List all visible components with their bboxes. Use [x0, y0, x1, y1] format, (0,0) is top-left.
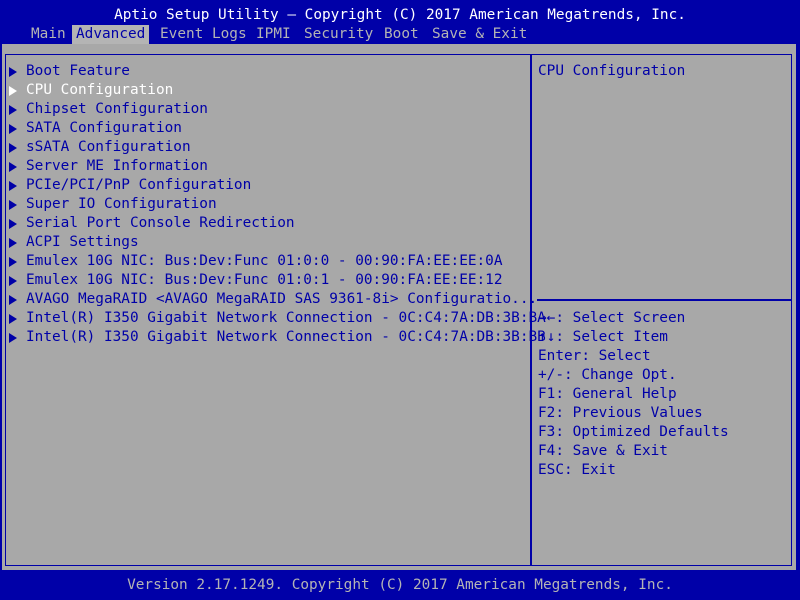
help-title: CPU Configuration: [538, 63, 686, 79]
menu-item-label: Emulex 10G NIC: Bus:Dev:Func 01:0:1 - 00…: [26, 272, 503, 288]
menu-item-label: CPU Configuration: [26, 82, 174, 98]
arrow-right-icon: [9, 143, 17, 153]
tab-ipmi[interactable]: IPMI: [252, 25, 295, 44]
arrow-right-icon: [9, 257, 17, 267]
menu-item-sata-configuration[interactable]: SATA Configuration: [6, 119, 546, 138]
key-help-esc: ESC: Exit: [538, 462, 616, 478]
menu-item-label: SATA Configuration: [26, 120, 182, 136]
key-help-f1: F1: General Help: [538, 386, 677, 402]
tab-advanced[interactable]: Advanced: [72, 25, 150, 44]
tab-event-logs[interactable]: Event Logs: [156, 25, 251, 44]
menu-pane: Boot Feature CPU Configuration Chipset C…: [5, 54, 546, 566]
arrow-right-icon: [9, 200, 17, 210]
menu-item-pcie-pci-pnp-configuration[interactable]: PCIe/PCI/PnP Configuration: [6, 176, 546, 195]
menu-item-label: Boot Feature: [26, 63, 130, 79]
menu-item-label: Intel(R) I350 Gigabit Network Connection…: [26, 329, 546, 345]
key-help-select-screen: →←: Select Screen: [538, 310, 686, 326]
tab-boot[interactable]: Boot: [380, 25, 423, 44]
arrow-right-icon: [9, 105, 17, 115]
arrow-right-icon: [9, 124, 17, 134]
menu-item-label: Chipset Configuration: [26, 101, 208, 117]
content-panel: Boot Feature CPU Configuration Chipset C…: [2, 44, 796, 570]
menu-item-boot-feature[interactable]: Boot Feature: [6, 62, 546, 81]
menu-item-label: Super IO Configuration: [26, 196, 217, 212]
menu-item-intel-i350-ba[interactable]: Intel(R) I350 Gigabit Network Connection…: [6, 309, 546, 328]
menu-item-avago-megaraid[interactable]: AVAGO MegaRAID <AVAGO MegaRAID SAS 9361-…: [6, 290, 546, 309]
menu-item-intel-i350-bb[interactable]: Intel(R) I350 Gigabit Network Connection…: [6, 328, 546, 347]
arrow-right-icon: [9, 276, 17, 286]
arrow-right-icon: [9, 314, 17, 324]
tab-save-exit[interactable]: Save & Exit: [428, 25, 531, 44]
tab-security[interactable]: Security: [300, 25, 377, 44]
menu-item-label: AVAGO MegaRAID <AVAGO MegaRAID SAS 9361-…: [26, 291, 538, 307]
menu-item-ssata-configuration[interactable]: sSATA Configuration: [6, 138, 546, 157]
arrow-right-icon: [9, 181, 17, 191]
arrow-right-icon: [9, 238, 17, 248]
title-bar: Aptio Setup Utility – Copyright (C) 2017…: [114, 7, 686, 23]
menu-item-label: ACPI Settings: [26, 234, 139, 250]
key-help-list: →←: Select Screen ↑↓: Select Item Enter:…: [538, 309, 729, 480]
menu-item-super-io-configuration[interactable]: Super IO Configuration: [6, 195, 546, 214]
menu-item-chipset-configuration[interactable]: Chipset Configuration: [6, 100, 546, 119]
menu-item-label: Intel(R) I350 Gigabit Network Connection…: [26, 310, 546, 326]
key-help-f2: F2: Previous Values: [538, 405, 703, 421]
key-help-select-item: ↑↓: Select Item: [538, 329, 668, 345]
menu-item-server-me-information[interactable]: Server ME Information: [6, 157, 546, 176]
menu-item-acpi-settings[interactable]: ACPI Settings: [6, 233, 546, 252]
menu-item-label: Serial Port Console Redirection: [26, 215, 295, 231]
key-help-f3: F3: Optimized Defaults: [538, 424, 729, 440]
menu-item-label: PCIe/PCI/PnP Configuration: [26, 177, 252, 193]
menu-item-emulex-nic-12[interactable]: Emulex 10G NIC: Bus:Dev:Func 01:0:1 - 00…: [6, 271, 546, 290]
menu-list: Boot Feature CPU Configuration Chipset C…: [6, 62, 546, 347]
key-help-change-opt: +/-: Change Opt.: [538, 367, 677, 383]
menu-item-cpu-configuration[interactable]: CPU Configuration: [6, 81, 546, 100]
arrow-right-icon: [9, 162, 17, 172]
tab-main[interactable]: Main: [27, 25, 70, 44]
help-divider: [537, 299, 792, 301]
arrow-right-icon: [9, 219, 17, 229]
menu-item-label: Emulex 10G NIC: Bus:Dev:Func 01:0:0 - 00…: [26, 253, 503, 269]
footer-version: Version 2.17.1249. Copyright (C) 2017 Am…: [127, 577, 673, 593]
arrow-right-icon: [9, 333, 17, 343]
menu-bar: Main Advanced Event Logs IPMI Security B…: [0, 25, 800, 44]
menu-item-serial-port-console-redirection[interactable]: Serial Port Console Redirection: [6, 214, 546, 233]
key-help-f4: F4: Save & Exit: [538, 443, 668, 459]
arrow-right-icon: [9, 295, 17, 305]
help-pane: CPU Configuration →←: Select Screen ↑↓: …: [531, 54, 792, 566]
arrow-right-icon: [9, 86, 17, 96]
key-help-enter: Enter: Select: [538, 348, 651, 364]
menu-item-emulex-nic-0a[interactable]: Emulex 10G NIC: Bus:Dev:Func 01:0:0 - 00…: [6, 252, 546, 271]
menu-item-label: Server ME Information: [26, 158, 208, 174]
menu-item-label: sSATA Configuration: [26, 139, 191, 155]
arrow-right-icon: [9, 67, 17, 77]
